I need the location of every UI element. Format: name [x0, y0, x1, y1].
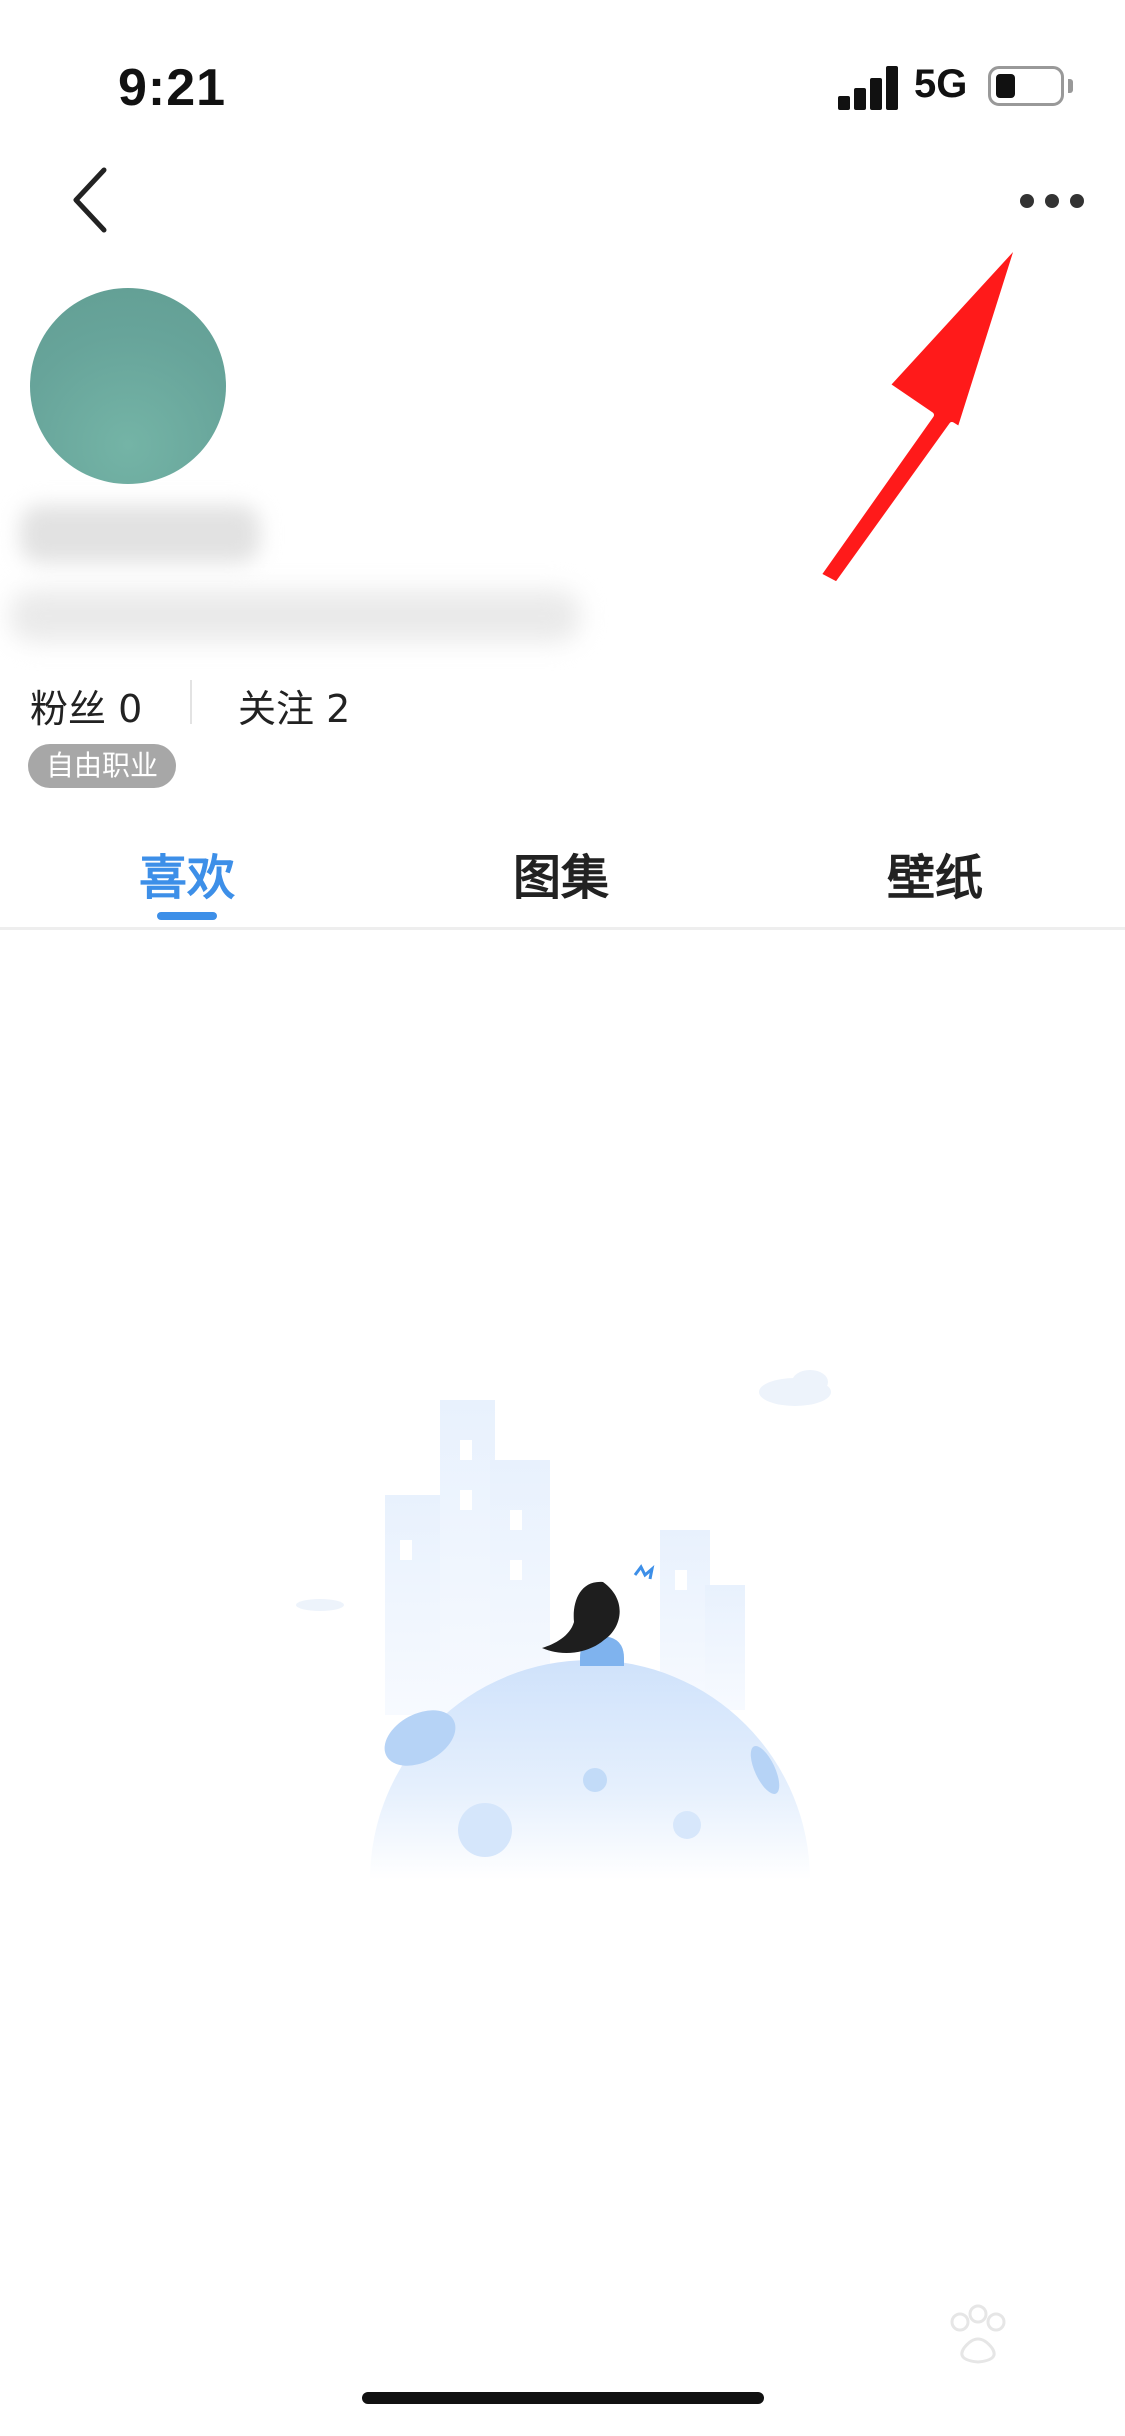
battery-level — [996, 74, 1015, 98]
red-arrow-icon — [815, 237, 1023, 588]
tab-likes[interactable]: 喜欢 — [57, 838, 317, 908]
fans-count: 0 — [118, 687, 143, 731]
network-type: 5G — [914, 62, 968, 106]
more-button[interactable] — [1010, 180, 1090, 224]
status-time: 9:21 — [118, 59, 227, 117]
following-count: 2 — [326, 687, 351, 731]
battery-cap — [1068, 79, 1073, 93]
blurred-user-id — [10, 590, 580, 642]
following-stat[interactable]: 关注 2 — [238, 678, 350, 733]
girl-on-moon-illustration — [296, 1370, 831, 1880]
chevron-left-icon — [73, 167, 107, 233]
baidu-watermark-logo — [860, 2300, 1080, 2410]
tab-divider — [0, 927, 1125, 930]
battery-icon — [988, 66, 1064, 106]
occupation-tag: 自由职业 — [28, 744, 177, 788]
home-indicator — [362, 2392, 764, 2404]
blurred-username — [20, 505, 260, 563]
fans-label: 粉丝 — [30, 687, 107, 731]
tab-albums[interactable]: 图集 — [431, 838, 691, 908]
avatar[interactable] — [30, 288, 226, 484]
cellular-signal-icon — [838, 66, 900, 110]
tab-wallpapers[interactable]: 壁纸 — [805, 838, 1065, 908]
fans-stat[interactable]: 粉丝 0 — [30, 678, 142, 733]
following-label: 关注 — [238, 687, 315, 731]
stat-divider — [190, 680, 192, 724]
back-button[interactable] — [60, 160, 130, 240]
active-tab-indicator — [157, 912, 217, 920]
